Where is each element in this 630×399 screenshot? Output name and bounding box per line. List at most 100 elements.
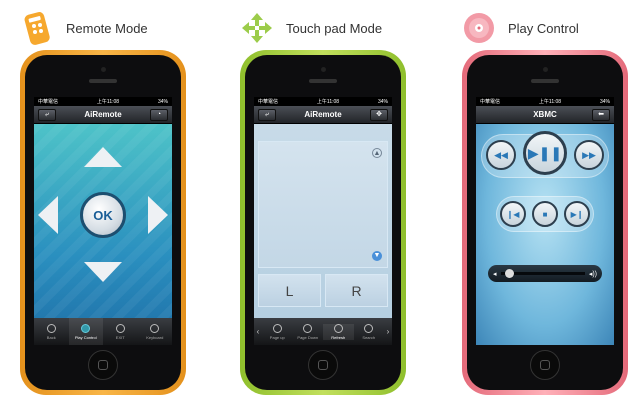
carrier-label: 中華電信 (480, 99, 501, 105)
carrier-label: 中華電信 (258, 99, 279, 105)
volume-knob[interactable] (504, 269, 514, 278)
tab-label: Keyboard (146, 334, 164, 340)
rewind-button[interactable]: ◀◀ (486, 140, 516, 170)
tab-exit[interactable]: EXIT (103, 318, 138, 345)
mode-switch-button[interactable]: ◔ (150, 109, 168, 121)
camera (543, 67, 548, 72)
touchpad-area-bg: ▲ ▼ L R (254, 124, 392, 345)
carrier-label: 中華電信 (38, 99, 59, 105)
speaker (89, 79, 117, 83)
refresh-icon (333, 323, 343, 333)
tab-refresh[interactable]: Refresh (323, 323, 354, 340)
stop-button[interactable]: ■ (532, 201, 558, 227)
tab-search[interactable]: Search (354, 323, 385, 340)
next-button[interactable]: ▶❙ (564, 201, 590, 227)
arrow-right-button[interactable] (148, 196, 168, 234)
chevron-left-icon[interactable]: ‹ (254, 327, 262, 336)
touch-pad[interactable]: ▲ ▼ (258, 141, 388, 268)
arrow-left-button[interactable] (38, 196, 58, 234)
tab-label: Play Control (74, 334, 97, 340)
tab-label: Back (46, 334, 56, 340)
right-click-button[interactable]: R (325, 274, 388, 307)
previous-button[interactable]: ❙◀ (500, 201, 526, 227)
tab-label: EXIT (115, 334, 125, 340)
back-icon (46, 323, 56, 333)
speaker (531, 79, 559, 83)
move-arrows-icon (240, 11, 274, 45)
home-button[interactable] (308, 350, 338, 380)
tab-page-up[interactable]: Page up (262, 323, 293, 340)
fast-forward-button[interactable]: ▶▶ (574, 140, 604, 170)
keyboard-icon (150, 323, 160, 333)
play-icon (81, 323, 91, 333)
nav-bar: XBMC ⬅ (476, 106, 614, 124)
camera (321, 67, 326, 72)
nav-title: XBMC (533, 110, 557, 119)
remote-tab-bar: Back Play Control EXIT Keyboard (34, 318, 172, 345)
left-click-button[interactable]: L (258, 274, 321, 307)
mode-switch-button[interactable]: ✥ (370, 109, 388, 121)
chevron-right-icon[interactable]: › (384, 327, 392, 336)
app-showcase: Remote Mode 中華電信 上午11:08 34% ⤶ AiRemote … (0, 0, 630, 399)
time-label: 上午11:08 (96, 99, 120, 105)
scroll-up-icon[interactable]: ▲ (372, 148, 382, 158)
nav-bar: ⤶ AiRemote ◔ (34, 106, 172, 124)
scroll-down-icon[interactable]: ▼ (372, 251, 382, 261)
volume-slider[interactable]: ◂ ◂)) (488, 265, 602, 282)
back-arrow-button[interactable]: ⤶ (258, 109, 276, 121)
battery-label: 34% (157, 98, 168, 105)
remote-mode-caption: Remote Mode (20, 8, 200, 48)
play-control-caption: Play Control (462, 8, 630, 48)
phone-remote: 中華電信 上午11:08 34% ⤶ AiRemote ◔ OK Back Pl… (20, 50, 186, 395)
player-area: ◀◀ ▶❚❚ ▶▶ ❙◀ ■ ▶❙ ◂ ◂)) (476, 124, 614, 345)
exit-icon (115, 323, 125, 333)
play-control-column: Play Control 中華電信 上午11:08 34% XBMC ⬅ ◀◀ … (462, 0, 630, 399)
volume-track[interactable] (500, 269, 585, 278)
home-button[interactable] (88, 350, 118, 380)
phone-touchpad: 中華電信 上午11:08 34% ⤶ AiRemote ✥ ▲ ▼ L R ‹ … (240, 50, 406, 395)
time-label: 上午11:08 (538, 99, 562, 105)
search-icon (364, 323, 374, 333)
tab-page-down[interactable]: Page Down (293, 323, 324, 340)
phone-play-control: 中華電信 上午11:08 34% XBMC ⬅ ◀◀ ▶❚❚ ▶▶ ❙◀ ■ ▶… (462, 50, 628, 395)
play-screen: 中華電信 上午11:08 34% XBMC ⬅ ◀◀ ▶❚❚ ▶▶ ❙◀ ■ ▶… (476, 97, 614, 345)
tab-label: Page Down (297, 334, 319, 340)
volume-high-icon: ◂)) (588, 270, 597, 278)
touchpad-mode-caption: Touch pad Mode (240, 8, 420, 48)
back-button[interactable]: ⬅ (592, 109, 610, 121)
touchpad-mode-column: Touch pad Mode 中華電信 上午11:08 34% ⤶ AiRemo… (240, 0, 410, 399)
page-down-icon (303, 323, 313, 333)
tab-label: Page up (269, 334, 285, 340)
tab-label: Refresh (331, 334, 346, 340)
nav-bar: ⤶ AiRemote ✥ (254, 106, 392, 124)
remote-mode-column: Remote Mode 中華電信 上午11:08 34% ⤶ AiRemote … (20, 0, 190, 399)
remote-screen: 中華電信 上午11:08 34% ⤶ AiRemote ◔ OK Back Pl… (34, 97, 172, 345)
tab-back[interactable]: Back (34, 318, 69, 345)
phone-body: 中華電信 上午11:08 34% ⤶ AiRemote ◔ OK Back Pl… (25, 55, 181, 390)
speaker (309, 79, 337, 83)
remote-pad-area: OK (34, 124, 172, 345)
arrow-down-button[interactable] (84, 262, 122, 282)
play-pause-button[interactable]: ▶❚❚ (523, 131, 567, 175)
page-up-icon (272, 323, 282, 333)
ok-button[interactable]: OK (80, 192, 126, 238)
status-bar: 中華電信 上午11:08 34% (254, 97, 392, 106)
time-label: 上午11:08 (316, 99, 340, 105)
disc-icon (462, 11, 496, 45)
status-bar: 中華電信 上午11:08 34% (34, 97, 172, 106)
arrow-up-button[interactable] (84, 147, 122, 167)
phone-body: 中華電信 上午11:08 34% XBMC ⬅ ◀◀ ▶❚❚ ▶▶ ❙◀ ■ ▶… (467, 55, 623, 390)
status-bar: 中華電信 上午11:08 34% (476, 97, 614, 106)
remote-mode-title: Remote Mode (66, 20, 148, 36)
nav-title: AiRemote (84, 110, 122, 119)
back-arrow-button[interactable]: ⤶ (38, 109, 56, 121)
remote-control-icon (20, 11, 54, 45)
battery-label: 34% (599, 98, 610, 105)
tab-play-control[interactable]: Play Control (68, 318, 103, 345)
battery-label: 34% (377, 98, 388, 105)
home-button[interactable] (530, 350, 560, 380)
camera (101, 67, 106, 72)
tab-label: Search (362, 334, 376, 340)
tab-keyboard[interactable]: Keyboard (138, 318, 173, 345)
touchpad-tab-bar: ‹ Page up Page Down Refresh Search › (254, 318, 392, 345)
